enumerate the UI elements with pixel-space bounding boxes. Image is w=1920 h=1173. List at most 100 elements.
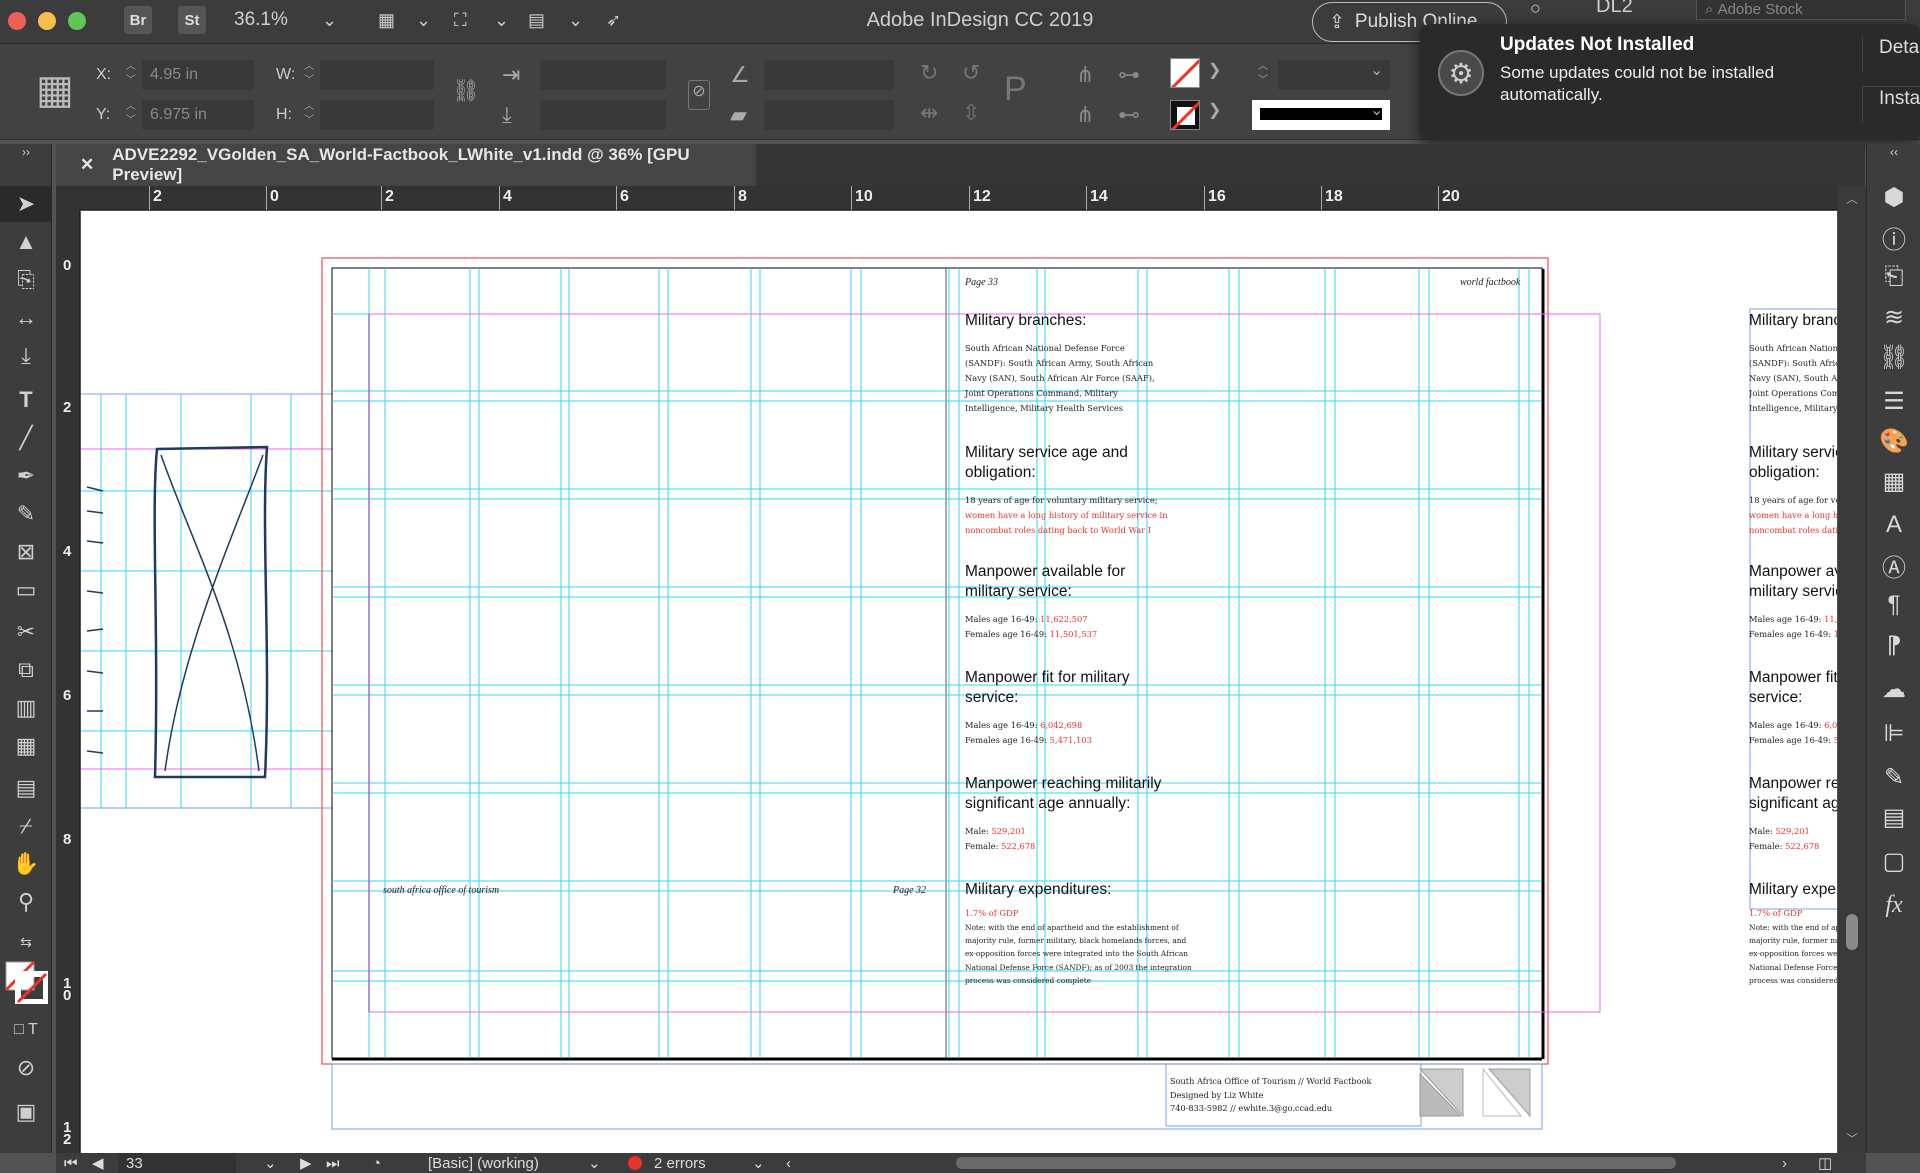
close-tab-icon[interactable]: ✕ [80,155,94,175]
style-status[interactable]: [Basic] (working) [428,1153,539,1173]
flip-vertical-icon[interactable]: ⇳ [962,100,980,126]
color-panel-icon[interactable]: 🎨 [1867,422,1920,460]
scroll-left-icon[interactable]: ‹ [786,1153,791,1173]
rectangle-tool-icon[interactable]: ▭ [0,572,52,608]
effects-fx-icon[interactable]: fx [1867,886,1920,924]
rotate-ccw-icon[interactable]: ↺ [962,60,980,86]
maximize-window-button[interactable] [68,12,86,30]
section-block[interactable]: Manpower available for military service:… [965,562,1135,642]
vertical-scrollbar[interactable]: ︿ ﹀ [1838,186,1866,1153]
stroke-chevron-icon[interactable]: ❯ [1208,100,1221,120]
scissors-tool-icon[interactable]: ✂ [0,614,52,650]
select-container-icon[interactable]: ⋔ [1076,62,1094,88]
direct-selection-tool-icon[interactable]: ▲ [0,224,52,260]
horizontal-scroll-thumb[interactable] [956,1157,1676,1169]
expand-panels-icon[interactable]: ‹‹ [1867,144,1920,160]
close-window-button[interactable] [8,12,26,30]
free-transform-tool-icon[interactable]: ⧉ [0,652,52,688]
next-spread-text[interactable]: Military branches: South African National… [1749,211,1837,1153]
swatches-icon[interactable]: ▦ [1867,462,1920,500]
fill-swatch[interactable] [1170,58,1200,88]
gap-tool-icon[interactable]: ↔ [0,300,52,336]
fill-stroke-proxy[interactable] [4,960,49,1005]
y-field[interactable]: 6.975 in [142,100,254,130]
errors-chevron-icon[interactable]: ⌄ [752,1153,765,1173]
x-field[interactable]: 4.95 in [142,60,254,90]
select-content-icon[interactable]: ⋔ [1076,102,1094,128]
arrange-documents-icon[interactable]: ▤ [528,6,545,34]
pen-tool-icon[interactable]: ✒ [0,458,52,494]
scale-x-field[interactable] [540,60,666,90]
screen-mode-tool-icon[interactable]: ▣ [0,1094,52,1130]
style-chevron-icon[interactable]: ⌄ [588,1153,601,1173]
document-tab[interactable]: ✕ ADVE2292_VGolden_SA_World-Factbook_LWh… [56,144,756,186]
rotate-cw-icon[interactable]: ↻ [920,60,938,86]
type-tool-icon[interactable]: T [0,382,52,418]
vertical-ruler[interactable]: 0 2 4 6 8 1 0 1 2 [56,210,80,1153]
h-field[interactable] [320,100,434,130]
section-block[interactable]: Manpower available for military service:… [1749,562,1837,642]
eyedropper-tool-icon[interactable]: ⌿ [0,808,52,844]
w-stepper[interactable]: ︿ ﹀ [302,60,316,90]
page-dropdown-chevron-icon[interactable]: ⌄ [264,1153,277,1173]
character-styles-icon[interactable]: Ⓐ [1867,546,1920,584]
scroll-down-icon[interactable]: ﹀ [1840,1130,1864,1147]
stock-search-input[interactable]: ⌕ Adobe Stock [1696,0,1906,20]
text-wrap-icon[interactable]: ✎ [1867,758,1920,796]
minimize-window-button[interactable] [38,12,56,30]
pencil-tool-icon[interactable]: ✎ [0,496,52,532]
pages-icon[interactable]: ⎗ [1867,258,1920,296]
formatting-container-icon[interactable]: □ T [0,1012,52,1048]
section-block[interactable]: Manpower fit for military service: Males … [965,668,1135,748]
preflight-profile-icon[interactable]: ◔ [372,1153,381,1173]
folio-left-page[interactable]: Page 32 [893,885,926,896]
previous-page-icon[interactable]: ◀ [92,1153,104,1173]
split-view-icon[interactable]: ◫ [1818,1153,1832,1173]
next-page-icon[interactable]: ▶ [300,1153,312,1173]
section-block[interactable]: Military service age and obligation: 18 y… [965,443,1168,538]
selection-tool-icon[interactable]: ➤ [0,186,52,222]
search-icon[interactable]: ○ [1530,0,1541,22]
screen-mode-icon[interactable]: ⛶ [454,6,467,34]
link-scale-icon[interactable]: ⊘ [688,80,710,110]
section-block[interactable]: Military expenditures: 1.7% of GDP Note: w… [1749,880,1837,987]
links-icon[interactable]: ⛓ [1867,338,1920,376]
stock-button[interactable]: St [178,6,206,34]
select-next-icon[interactable]: ⊷ [1118,102,1140,128]
shear-field[interactable] [764,100,894,130]
scroll-right-icon[interactable]: › [1782,1153,1787,1173]
stroke-weight-stepper[interactable]: ︿ ﹀ [1256,60,1270,90]
layers-icon[interactable]: ≋ [1867,298,1920,336]
stroke-type-chevron-icon[interactable]: ⌄ [1370,100,1383,120]
gradient-feather-tool-icon[interactable]: ▦ [0,728,52,764]
y-stepper[interactable]: ︿ ﹀ [124,100,138,130]
section-block[interactable]: Military service age and obligation: 18 y… [1749,443,1837,538]
details-button[interactable]: Details [1862,36,1920,72]
last-page-icon[interactable]: ⏭ [326,1153,340,1173]
section-block[interactable]: Military branches: South African National… [965,311,1155,416]
note-tool-icon[interactable]: ▤ [0,770,52,806]
pasteboard[interactable]: Page 33 world factbook south africa offi… [81,211,1837,1153]
swap-fill-stroke-icon[interactable]: ⇆ [0,924,52,960]
running-head[interactable]: world factbook [1460,277,1520,288]
stroke-weight-chevron-icon[interactable]: ⌄ [1370,60,1383,80]
scroll-up-icon[interactable]: ︿ [1840,190,1864,207]
arrange-chevron-icon[interactable]: ⌄ [568,6,583,34]
align-icon[interactable]: ⊫ [1867,714,1920,752]
preflight-errors[interactable]: 2 errors [654,1153,706,1173]
h-stepper[interactable]: ︿ ﹀ [302,100,316,130]
info-icon[interactable]: ⓘ [1867,218,1920,256]
section-block[interactable]: Manpower reaching militarily significant… [1749,774,1837,854]
folio-right[interactable]: Page 33 [965,277,998,288]
paragraph-styles-icon[interactable]: ⁋ [1867,626,1920,664]
horizontal-ruler[interactable]: 2 0 2 4 6 8 10 12 14 16 18 20 [70,186,1838,210]
update-notification[interactable]: ⚙ Updates Not Installed Some updates cou… [1420,24,1920,140]
zoom-tool-icon[interactable]: ⚲ [0,884,52,920]
folio-left-footer[interactable]: south africa office of tourism [383,885,499,896]
slug-text[interactable]: South Africa Office of Tourism // World … [1170,1075,1371,1116]
page-tool-icon[interactable]: ⎘ [0,262,52,298]
bridge-button[interactable]: Br [124,6,152,34]
view-options-chevron-icon[interactable]: ⌄ [416,6,431,34]
character-icon[interactable]: A [1867,506,1920,544]
zoom-level-field[interactable]: 36.1% [234,6,288,34]
